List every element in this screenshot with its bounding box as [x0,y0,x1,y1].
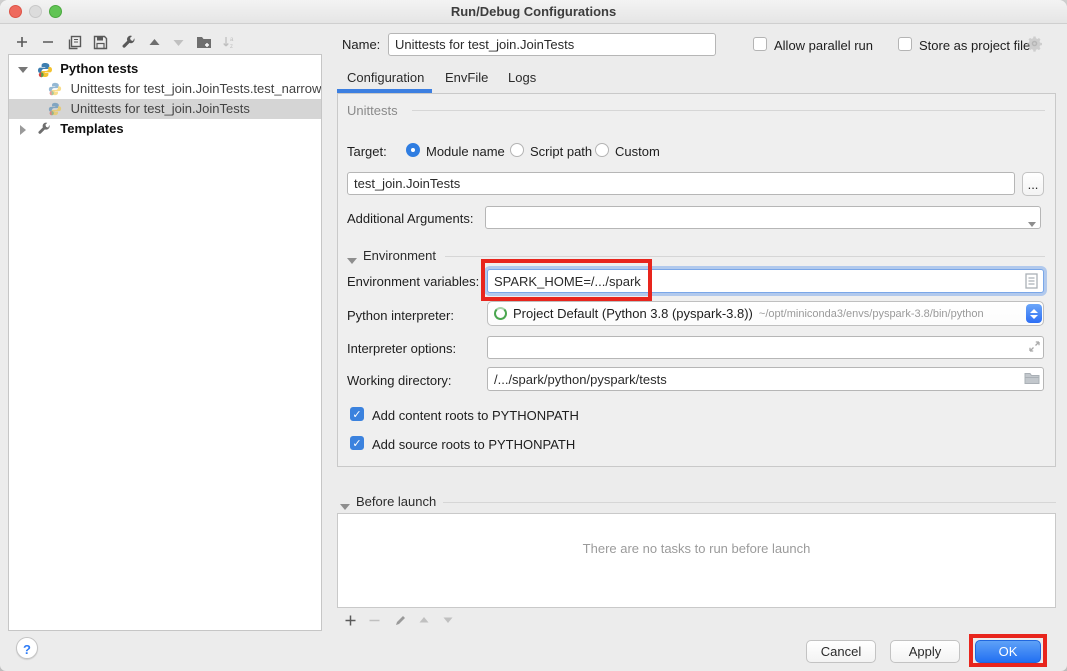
run-debug-configurations-dialog: Run/Debug Configurations az Python tests [0,0,1067,671]
environment-collapse-icon[interactable] [347,252,357,267]
target-custom-radio[interactable] [595,143,609,157]
environment-group-header[interactable]: Environment [363,248,436,263]
expand-collapse-icon[interactable] [18,67,28,73]
allow-parallel-run-label: Allow parallel run [774,38,873,53]
group-divider [443,502,1056,503]
before-launch-add-icon[interactable] [340,610,360,630]
store-as-project-file-label: Store as project file [919,38,1030,53]
python-test-config-icon [48,102,64,118]
apply-button[interactable]: Apply [890,640,960,663]
help-button[interactable]: ? [16,637,38,659]
add-source-roots-label[interactable]: Add source roots to PYTHONPATH [372,437,575,452]
move-down-icon[interactable] [168,32,188,52]
group-divider [412,110,1045,111]
additional-arguments-dropdown-icon[interactable] [1028,215,1036,230]
add-content-roots-checkbox[interactable]: ✓ [350,407,364,421]
before-launch-edit-icon[interactable] [390,610,410,630]
browse-folder-icon[interactable] [1024,372,1040,388]
allow-parallel-run-checkbox[interactable] [753,37,767,51]
interpreter-options-input[interactable] [487,336,1044,359]
add-source-roots-checkbox[interactable]: ✓ [350,436,364,450]
target-script-path-label[interactable]: Script path [530,144,592,159]
ok-button[interactable]: OK [975,640,1041,663]
python-interpreter-select[interactable]: Project Default (Python 3.8 (pyspark-3.8… [487,301,1044,326]
new-folder-icon[interactable] [194,32,214,52]
save-configuration-icon[interactable] [90,32,110,52]
python-interpreter-path: ~/opt/miniconda3/envs/pyspark-3.8/bin/py… [759,308,984,320]
store-as-project-file-checkbox[interactable] [898,37,912,51]
before-launch-header[interactable]: Before launch [356,494,436,509]
add-configuration-icon[interactable] [12,32,32,52]
target-custom-label[interactable]: Custom [615,144,660,159]
target-label: Target: [347,144,387,159]
python-interpreter-value: Project Default (Python 3.8 (pyspark-3.8… [513,306,753,321]
environment-variables-label: Environment variables: [347,274,479,289]
tree-item-label: Templates [60,121,123,136]
python-test-config-icon [48,82,64,98]
target-module-name-label[interactable]: Module name [426,144,505,159]
cancel-button[interactable]: Cancel [806,640,876,663]
group-divider [445,256,1045,257]
add-content-roots-label[interactable]: Add content roots to PYTHONPATH [372,408,579,423]
before-launch-task-list[interactable] [337,513,1056,608]
conda-env-icon [494,307,507,320]
before-launch-empty-text: There are no tasks to run before launch [337,541,1056,556]
python-interpreter-label: Python interpreter: [347,308,454,323]
name-input[interactable] [388,33,716,56]
svg-text:z: z [230,44,233,50]
edit-templates-icon[interactable] [118,32,138,52]
python-interpreter-stepper-icon[interactable] [1026,304,1042,323]
name-label: Name: [342,37,380,52]
working-directory-label: Working directory: [347,373,452,388]
before-launch-remove-icon[interactable] [364,610,384,630]
tab-logs[interactable]: Logs [508,70,536,85]
interpreter-options-label: Interpreter options: [347,341,456,356]
edit-environment-variables-icon[interactable] [1025,273,1038,292]
sort-alphabetically-icon[interactable]: az [218,32,238,52]
working-directory-input[interactable] [487,367,1044,391]
target-script-path-radio[interactable] [510,143,524,157]
tab-envfile[interactable]: EnvFile [445,70,488,85]
browse-module-button[interactable]: ... [1022,172,1044,196]
svg-text:a: a [230,37,234,43]
before-launch-move-up-icon[interactable] [414,610,434,630]
configurations-tree: Python tests Unittests for test_join.Joi… [8,54,322,631]
title-bar[interactable]: Run/Debug Configurations [0,0,1067,24]
before-launch-move-down-icon[interactable] [438,610,458,630]
tree-item-python-tests[interactable]: Python tests [9,59,321,79]
tree-item-label: Unittests for test_join.JoinTests.test_n… [71,81,321,96]
store-settings-gear-icon[interactable] [1026,35,1043,55]
copy-configuration-icon[interactable] [64,32,84,52]
window-title: Run/Debug Configurations [0,4,1067,19]
target-module-name-radio[interactable] [406,143,420,157]
tree-item-unittests-test-narrow[interactable]: Unittests for test_join.JoinTests.test_n… [9,79,321,99]
tree-item-templates[interactable]: Templates [9,119,321,139]
python-tests-icon [37,62,53,78]
tree-item-unittests-jointests-selected[interactable]: Unittests for test_join.JoinTests [9,99,321,119]
templates-icon [37,122,53,138]
tab-configuration[interactable]: Configuration [347,70,424,85]
expand-collapse-icon[interactable] [20,125,26,135]
tree-item-label: Python tests [60,61,138,76]
additional-arguments-label: Additional Arguments: [347,211,473,226]
move-up-icon[interactable] [144,32,164,52]
module-name-input[interactable] [347,172,1015,195]
tree-item-label: Unittests for test_join.JoinTests [71,101,250,116]
expand-field-icon[interactable] [1028,340,1041,356]
unittests-group-header: Unittests [347,103,398,118]
before-launch-collapse-icon[interactable] [340,498,350,513]
environment-variables-field[interactable] [487,269,1044,293]
additional-arguments-input[interactable] [485,206,1041,229]
remove-configuration-icon[interactable] [38,32,58,52]
